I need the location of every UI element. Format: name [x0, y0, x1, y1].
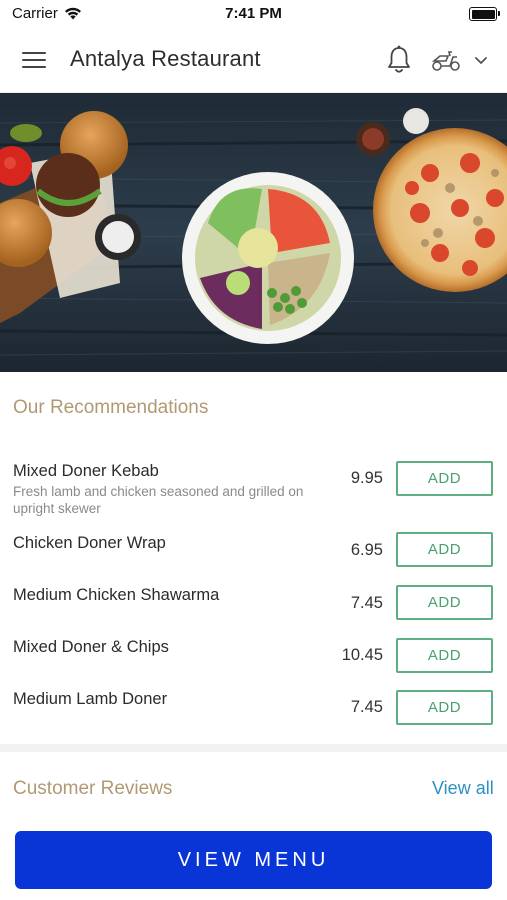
- item-name: Chicken Doner Wrap: [13, 534, 166, 552]
- recommendations-title: Our Recommendations: [13, 397, 209, 418]
- hero-food-image: [0, 93, 507, 372]
- list-item: Mixed Doner Kebab Fresh lamb and chicken…: [0, 460, 507, 520]
- list-item: Mixed Doner & Chips 10.45 ADD: [0, 637, 507, 677]
- hamburger-menu-icon[interactable]: [22, 50, 48, 70]
- status-time: 7:41 PM: [225, 5, 282, 22]
- chevron-down-icon: [475, 57, 487, 64]
- item-price: 7.45: [350, 698, 383, 716]
- status-bar: Carrier 7:41 PM: [0, 0, 507, 28]
- delivery-mode-selector[interactable]: [428, 44, 498, 76]
- list-item: Medium Lamb Doner 7.45 ADD: [0, 689, 507, 729]
- add-button[interactable]: ADD: [396, 585, 493, 620]
- list-item: Medium Chicken Shawarma 7.45 ADD: [0, 585, 507, 625]
- item-price: 7.45: [350, 594, 383, 612]
- list-item: Chicken Doner Wrap 6.95 ADD: [0, 532, 507, 572]
- app-header: Antalya Restaurant: [0, 28, 507, 93]
- item-price: 10.45: [341, 646, 383, 664]
- add-button[interactable]: ADD: [396, 638, 493, 673]
- page-title: Antalya Restaurant: [70, 46, 261, 71]
- reviews-title: Customer Reviews: [13, 778, 173, 799]
- item-name: Mixed Doner & Chips: [13, 638, 169, 656]
- item-name: Medium Lamb Doner: [13, 690, 168, 708]
- view-all-reviews-link[interactable]: View all: [432, 778, 494, 799]
- add-button[interactable]: ADD: [396, 690, 493, 725]
- add-button[interactable]: ADD: [396, 461, 493, 496]
- section-divider: [0, 744, 507, 752]
- item-price: 9.95: [350, 469, 383, 487]
- item-price: 6.95: [350, 541, 383, 559]
- item-name: Medium Chicken Shawarma: [13, 586, 220, 604]
- add-button[interactable]: ADD: [396, 532, 493, 567]
- item-description: Fresh lamb and chicken seasoned and gril…: [13, 484, 304, 516]
- item-name: Mixed Doner Kebab: [13, 462, 159, 480]
- view-menu-button[interactable]: VIEW MENU: [15, 831, 492, 889]
- bell-icon[interactable]: [384, 44, 414, 76]
- scooter-icon: [431, 51, 460, 71]
- battery-icon: [469, 7, 500, 21]
